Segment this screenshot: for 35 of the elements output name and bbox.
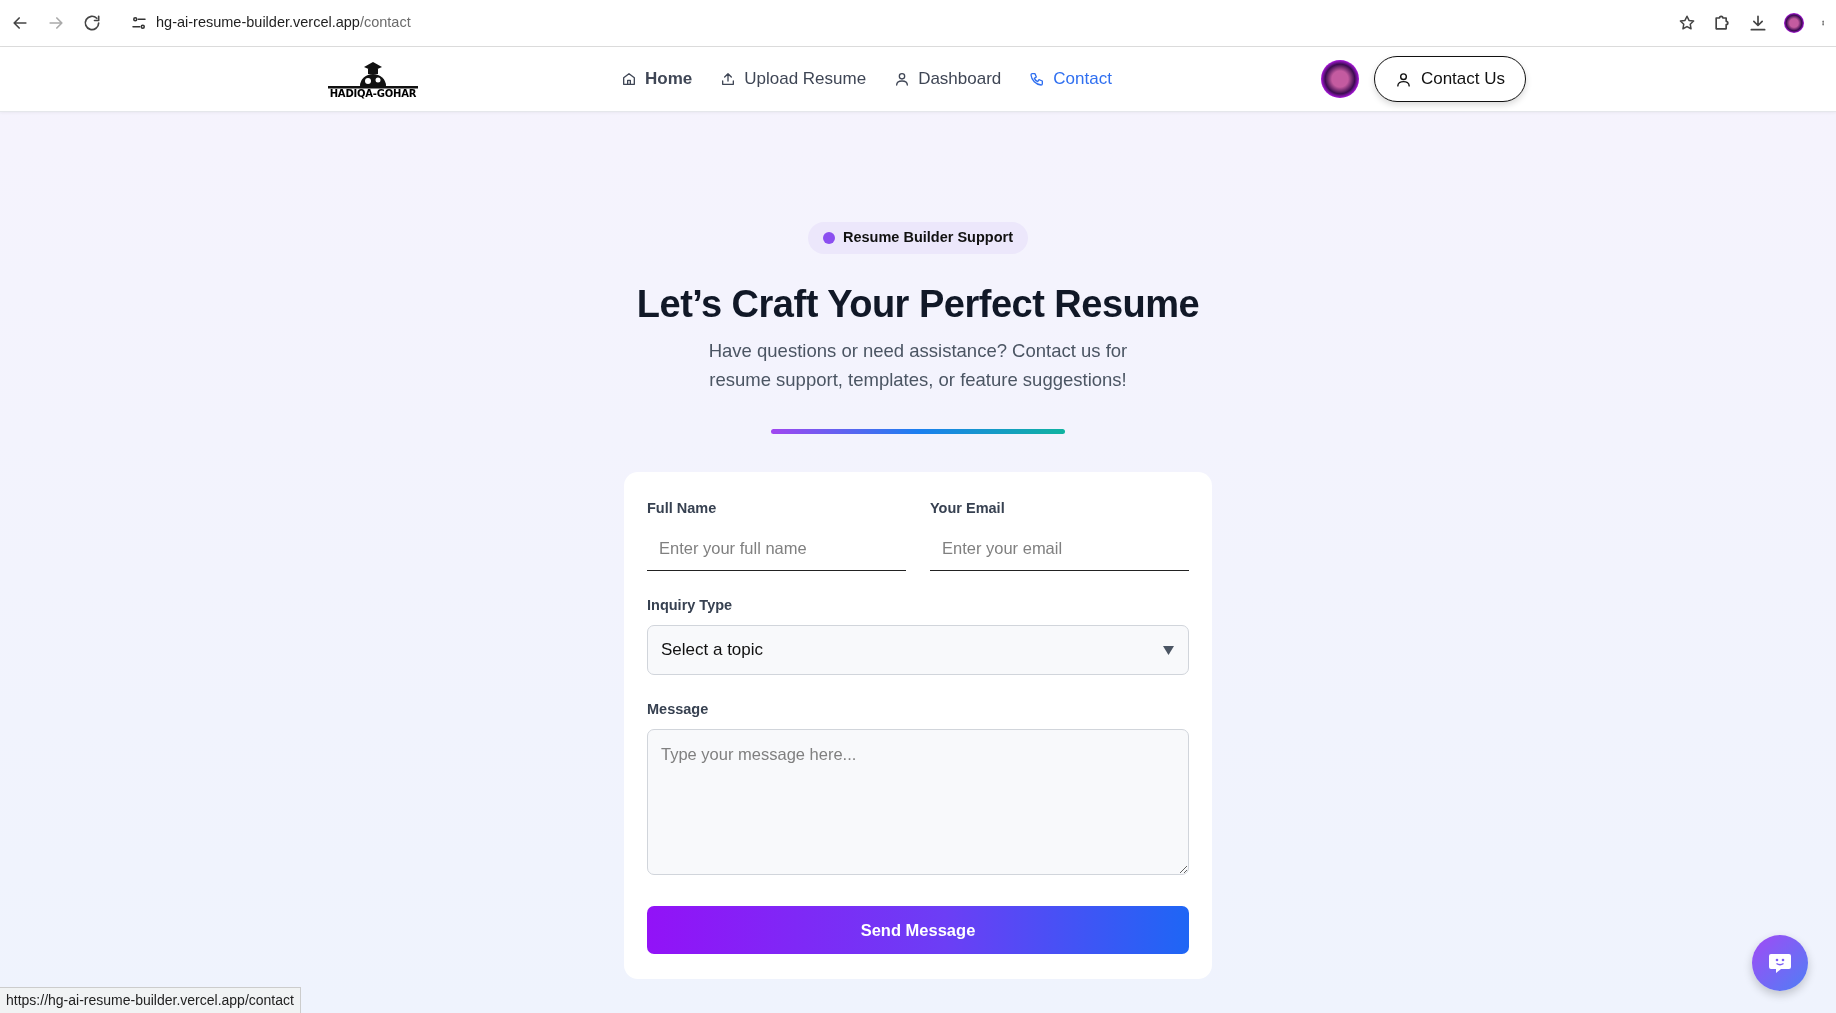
input-field[interactable]: Enter your email — [930, 527, 1189, 572]
chat-icon — [1768, 952, 1792, 974]
nav-link[interactable]: Contact — [1023, 62, 1118, 96]
send-button[interactable]: Send Message — [647, 905, 1189, 954]
input-field[interactable]: Enter your full name — [647, 527, 906, 572]
site-settings-icon[interactable] — [130, 14, 148, 32]
star-icon[interactable] — [1678, 14, 1696, 32]
status-url: https://hg-ai-resume-builder.vercel.app/contact — [0, 987, 301, 1013]
profile-avatar[interactable] — [1784, 13, 1804, 33]
logo-text: HADIQA-GOHAR — [329, 89, 417, 99]
puzzle-icon[interactable] — [1712, 13, 1732, 33]
topic-select[interactable]: Select a topic — [647, 625, 1189, 676]
field-label: Inquiry Type — [647, 596, 734, 616]
download-icon[interactable] — [1748, 13, 1768, 33]
nav-link[interactable]: Upload Resume — [714, 62, 873, 96]
support-badge: Resume Builder Support — [808, 222, 1028, 254]
reload-icon[interactable] — [82, 13, 102, 33]
caret-icon — [1163, 645, 1174, 655]
subtitle-text: Have questions or need assistance? Contact us for resume support, templates, or feature suggestions! — [707, 339, 1129, 392]
chat-button[interactable] — [1752, 935, 1808, 991]
field-label: Message — [647, 700, 710, 720]
nav-link[interactable]: Home — [615, 62, 699, 96]
user-avatar[interactable] — [1320, 60, 1359, 98]
contact-us-button[interactable]: Contact Us — [1373, 56, 1526, 102]
upload-icon — [720, 71, 737, 87]
url-text: hg-ai-resume-builder.vercel.app/contact — [156, 13, 411, 33]
nav-link[interactable]: Dashboard — [888, 62, 1008, 96]
field-label: Your Email — [930, 498, 1006, 518]
field-label: Full Name — [647, 498, 718, 518]
page-heading: Let’s Craft Your Perfect Resume — [635, 281, 1201, 327]
home-icon — [621, 71, 637, 87]
user-icon — [894, 71, 911, 87]
message-field[interactable]: Type your message here... — [647, 728, 1189, 875]
user-icon — [1394, 70, 1412, 88]
phone-icon — [1029, 71, 1046, 87]
